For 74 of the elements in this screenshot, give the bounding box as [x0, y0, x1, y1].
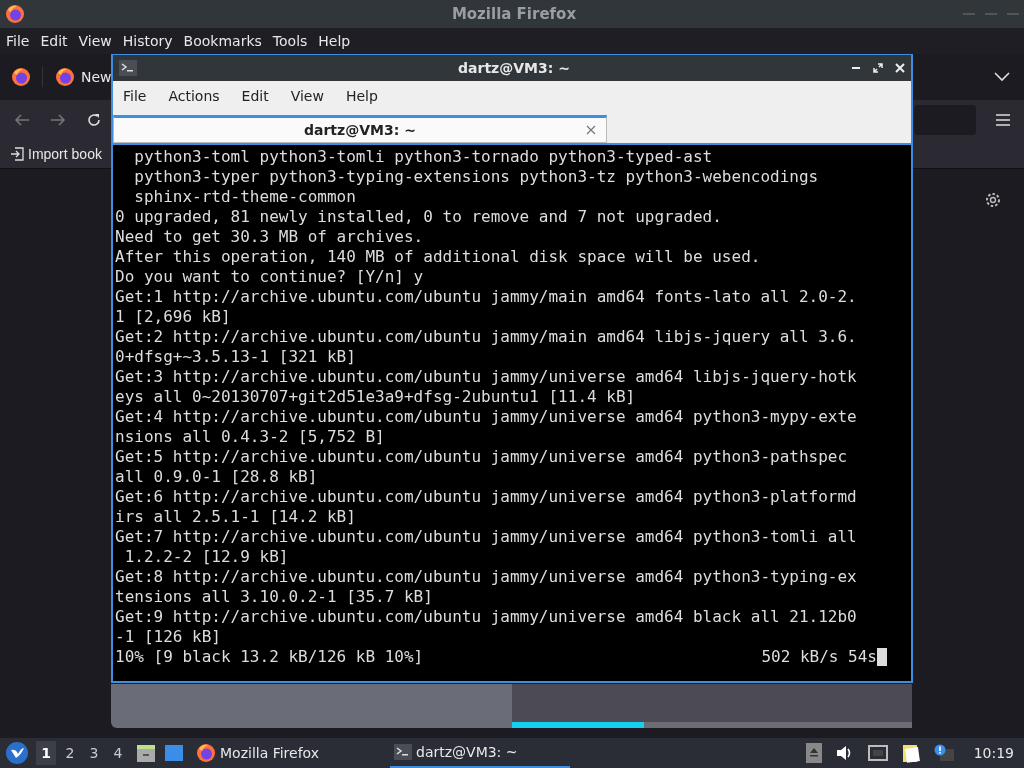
terminal-line: Get:3 http://archive.ubuntu.com/ubuntu jammy/universe amd64 libjs-jquery-hotk: [115, 367, 858, 387]
terminal-line: Get:4 http://archive.ubuntu.com/ubuntu jammy/universe amd64 python3-mypy-exte: [115, 407, 858, 427]
menu-item[interactable]: View: [290, 88, 324, 104]
reload-icon[interactable]: [86, 112, 102, 128]
terminal-line: Get:8 http://archive.ubuntu.com/ubuntu jammy/universe amd64 python3-typing-ex: [115, 567, 858, 587]
terminal-line: After this operation, 140 MB of additional disk space will be used.: [115, 247, 762, 267]
terminal-line: 0+dfsg+~3.5.13-1 [321 kB]: [115, 347, 357, 367]
terminal-icon: [119, 60, 137, 76]
taskbar-task[interactable]: Mozilla Firefox: [192, 738, 382, 768]
menu-item[interactable]: Edit: [241, 88, 269, 104]
terminal-line: all 0.9.0-1 [28.8 kB]: [115, 467, 319, 487]
tab-label: dartz@VM3: ~: [304, 122, 416, 138]
menu-item[interactable]: File: [123, 88, 147, 104]
terminal-line: Need to get 30.3 MB of archives.: [115, 227, 425, 247]
menu-item[interactable]: File: [6, 33, 30, 49]
chevron-down-icon[interactable]: [994, 72, 1010, 82]
menu-item[interactable]: Tools: [272, 33, 308, 49]
menu-item[interactable]: Help: [345, 88, 378, 104]
terminal-line: 1.2.2-2 [12.9 kB]: [123, 547, 290, 567]
menu-item[interactable]: Edit: [40, 33, 68, 49]
clipboard-icon[interactable]: [901, 743, 920, 763]
terminal-line: 502 kB/s 54s: [761, 647, 877, 667]
terminal-line: python3-typer python3-typing-extensions python3-tz python3-webencodings: [133, 167, 820, 187]
terminal-tab[interactable]: dartz@VM3: ~: [113, 115, 607, 143]
terminal-line: eys all 0~20130707+git2d51e3a9+dfsg-2ubuntu1 [11.4 kB]: [115, 387, 637, 407]
menu-item[interactable]: Actions: [168, 88, 220, 104]
firefox-icon: [196, 743, 216, 763]
terminal-line: python3-toml python3-tomli python3-tornado python3-typed-ast: [133, 147, 714, 167]
terminal-line: 0 upgraded, 81 newly installed, 0 to remove and 7 not upgraded.: [115, 207, 723, 227]
import-icon: [10, 147, 24, 161]
settings-icon[interactable]: [984, 191, 1002, 209]
firefox-tab-icon: [11, 67, 31, 87]
workspace-button[interactable]: 2: [60, 741, 80, 765]
terminal-line: Do you want to continue? [Y/n] y: [115, 267, 425, 287]
window-title: Mozilla Firefox: [450, 5, 578, 23]
terminal-line: Get:6 http://archive.ubuntu.com/ubuntu jammy/universe amd64 python3-platformd: [115, 487, 858, 507]
eject-icon[interactable]: [805, 743, 822, 763]
back-icon[interactable]: [14, 113, 30, 127]
menu-item[interactable]: View: [78, 33, 112, 49]
clock: 10:19: [973, 745, 1014, 761]
menu-item[interactable]: History: [122, 33, 173, 49]
terminal-line: 1 [2,696 kB]: [115, 307, 232, 327]
workspace-button[interactable]: 4: [108, 741, 128, 765]
terminal-line: nsions all 0.4.3-2 [5,752 B]: [115, 427, 386, 447]
terminal-line: sphinx-rtd-theme-common: [133, 187, 357, 207]
start-menu-icon[interactable]: [6, 742, 28, 764]
workspace-button[interactable]: 1: [36, 741, 56, 765]
forward-icon[interactable]: [50, 113, 66, 127]
browser-tab[interactable]: New: [81, 69, 112, 85]
terminal-line: Get:1 http://archive.ubuntu.com/ubuntu jammy/main amd64 fonts-lato all 2.0-2.: [115, 287, 858, 307]
terminal-line: Get:7 http://archive.ubuntu.com/ubuntu jammy/universe amd64 python3-tomli all: [115, 527, 858, 547]
network-icon[interactable]: [867, 745, 888, 761]
cursor: [877, 648, 887, 666]
taskbar-task[interactable]: dartz@VM3: ~: [390, 738, 570, 768]
terminal-icon: [394, 744, 412, 760]
workspace-button[interactable]: 3: [84, 741, 104, 765]
bookmark-link[interactable]: Import book: [28, 146, 102, 162]
terminal-line: Get:2 http://archive.ubuntu.com/ubuntu jammy/main amd64 libjs-jquery all 3.6.: [115, 327, 858, 347]
terminal-line: -1 [126 kB]: [115, 627, 222, 647]
terminal-line: irs all 2.5.1-1 [14.2 kB]: [115, 507, 357, 527]
menu-item[interactable]: Help: [318, 33, 351, 49]
file-manager-icon[interactable]: [136, 743, 156, 763]
menu-icon[interactable]: [996, 114, 1010, 126]
firefox-icon: [5, 4, 25, 24]
notification-icon[interactable]: [933, 744, 954, 762]
tab-favicon-icon: [55, 67, 75, 87]
menu-item[interactable]: Bookmarks: [183, 33, 262, 49]
terminal-line: 10% [9 black 13.2 kB/126 kB 10%]: [115, 647, 424, 667]
address-field[interactable]: [914, 105, 976, 135]
terminal-line: Get:9 http://archive.ubuntu.com/ubuntu jammy/universe amd64 black all 21.12b0: [115, 607, 858, 627]
terminal-line: Get:5 http://archive.ubuntu.com/ubuntu jammy/universe amd64 python3-pathspec: [115, 447, 849, 467]
terminal-line: tensions all 3.10.0.2-1 [35.7 kB]: [115, 587, 434, 607]
window-icon[interactable]: [164, 744, 184, 762]
window-title: dartz@VM3: ~: [457, 60, 571, 76]
